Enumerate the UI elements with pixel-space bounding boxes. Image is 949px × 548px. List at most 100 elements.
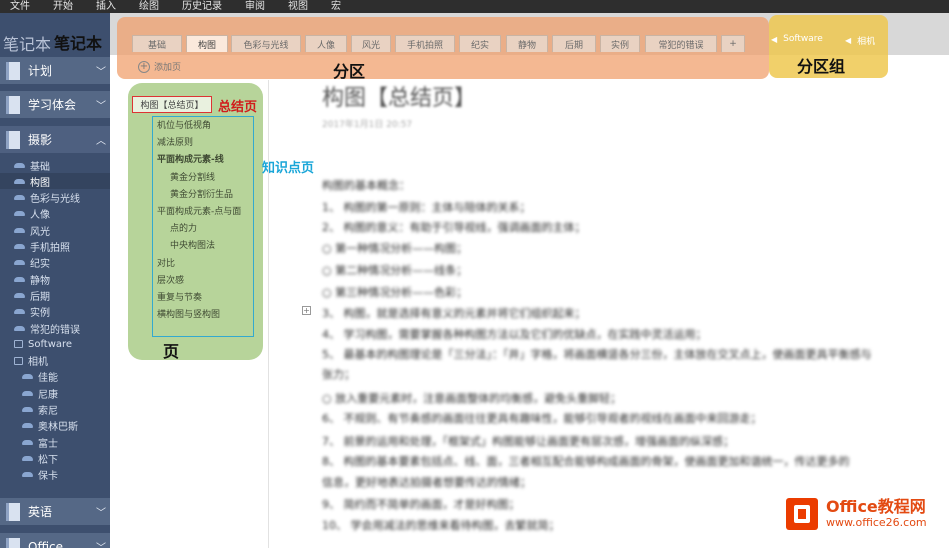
page-item[interactable]: 点的力 <box>170 221 197 234</box>
note-text-line[interactable]: 信息，更好地表达拍摄者想要传达的情绪； <box>322 474 531 490</box>
sidebar-section-item[interactable]: 手机拍照 <box>0 239 110 255</box>
sidebar-subsection-item[interactable]: 尼康 <box>0 385 110 401</box>
menu-item-7[interactable]: 宏 <box>331 0 341 13</box>
section-group-icon <box>14 356 23 365</box>
page-item[interactable]: 中央构图法 <box>170 238 215 251</box>
note-text-line[interactable]: 5、 最基本的构图理论是「三分法」：「井」字格，将画面横竖各分三份，主体放在交叉… <box>322 346 872 362</box>
sidebar-section-label: 风光 <box>30 226 50 238</box>
menu-item-3[interactable]: 绘图 <box>139 0 159 13</box>
logo-url: www.office26.com <box>826 516 927 529</box>
sidebar-section-item[interactable]: 构图 <box>0 173 110 190</box>
notebook-item-bottom-0[interactable]: 英语 ﹀ <box>0 498 110 525</box>
note-text-line[interactable]: 4、 学习构图，需要掌握各种构图方法以及它们的优缺点，在实践中灵活运用； <box>322 326 707 342</box>
sidebar-section-label: 色彩与光线 <box>30 194 80 206</box>
menu-item-4[interactable]: 历史记录 <box>182 0 222 13</box>
section-tab[interactable]: 实例 <box>600 35 640 52</box>
notebook-item-0[interactable]: 计划 ﹀ <box>0 57 110 84</box>
menu-item-6[interactable]: 视图 <box>288 0 308 13</box>
page-item[interactable]: 减法原则 <box>157 135 193 148</box>
chevron-down-icon[interactable]: ﹀ <box>96 63 110 78</box>
section-tab[interactable]: 常犯的错误 <box>645 35 717 52</box>
sidebar-section-label: 实例 <box>30 308 50 320</box>
page-item[interactable]: 横构图与竖构图 <box>157 307 220 320</box>
sidebar-subsection-item[interactable]: 松下 <box>0 450 110 466</box>
notebook-item-2[interactable]: 摄影 ︿ <box>0 126 110 153</box>
sidebar-section-item[interactable]: 纪实 <box>0 255 110 271</box>
sidebar-section-label: 手机拍照 <box>30 243 70 254</box>
page-item[interactable]: 黄金分割衍生品 <box>170 187 233 200</box>
section-tab[interactable]: 纪实 <box>459 35 501 52</box>
section-tab[interactable]: 风光 <box>351 35 391 52</box>
chevron-down-icon[interactable]: ﹀ <box>96 539 110 548</box>
note-text-line[interactable]: 3、 构图，就是选择有意义的元素并将它们组织起来； <box>322 305 586 321</box>
page-item[interactable]: 平面构成元素-线 <box>157 152 224 165</box>
notebook-label: 学习体会 <box>28 98 77 112</box>
note-text-line[interactable]: 8、 构图的基本要素包括点、线、面，三者相互配合能够构成画面的骨架，使画面更加和… <box>322 453 850 469</box>
note-text-line[interactable]: 张力； <box>322 366 355 382</box>
annotation-section: 分区 <box>333 62 366 81</box>
section-icon <box>14 195 25 201</box>
note-text-line[interactable]: 1、 构图的第一原则：主体与陪体的关系； <box>322 199 531 215</box>
page-item[interactable]: 对比 <box>157 256 175 269</box>
section-icon <box>22 472 33 478</box>
section-icon <box>22 374 33 380</box>
note-text-line[interactable]: 2、 构图的意义：有助于引导视线，强调画面的主体； <box>322 219 586 235</box>
note-text-line[interactable]: ○ 第三种情况分析——色彩； <box>322 284 467 300</box>
chevron-down-icon[interactable]: ﹀ <box>96 504 110 519</box>
notebook-item-1[interactable]: 学习体会 ﹀ <box>0 91 110 118</box>
expand-icon[interactable]: + <box>302 306 311 315</box>
sidebar-section-group[interactable]: Software <box>0 336 110 352</box>
sidebar-section-item[interactable]: 色彩与光线 <box>0 190 110 206</box>
note-text-line[interactable]: 10、 学会用减法的思维来看待构图，去繁就简； <box>322 517 560 533</box>
sidebar-subsection-item[interactable]: 索尼 <box>0 402 110 418</box>
note-text-line[interactable]: 7、 前景的运用和处理，「框架式」构图能够让画面更有层次感，增强画面的纵深感； <box>322 433 734 449</box>
sidebar-section-item[interactable]: 基础 <box>0 157 110 173</box>
add-section-tab-button[interactable]: + <box>721 35 745 52</box>
sidebar-section-item[interactable]: 人像 <box>0 206 110 222</box>
section-tab[interactable]: 人像 <box>305 35 347 52</box>
note-text-line[interactable]: ○ 放入重要元素时，注意画面整体的均衡感，避免头重脚轻； <box>322 390 621 406</box>
note-text-line[interactable]: ○ 第一种情况分析——构图； <box>322 240 467 256</box>
sidebar-section-item[interactable]: 实例 <box>0 304 110 320</box>
menu-item-5[interactable]: 审阅 <box>245 0 265 13</box>
sidebar-subsection-item[interactable]: 奥林巴斯 <box>0 418 110 434</box>
section-tab[interactable]: 手机拍照 <box>395 35 455 52</box>
section-tab[interactable]: 色彩与光线 <box>231 35 301 52</box>
sidebar-section-group[interactable]: 相机 <box>0 353 110 369</box>
page-item[interactable]: 重复与节奏 <box>157 290 202 303</box>
page-item[interactable]: 层次感 <box>157 273 184 286</box>
sidebar-subsection-item[interactable]: 佳能 <box>0 369 110 385</box>
section-group-tab-software[interactable]: ◀ Software <box>771 34 823 44</box>
note-text-line[interactable]: ○ 第二种情况分析——线条； <box>322 262 467 278</box>
annotation-knowledge-point: 知识点页 <box>262 161 315 176</box>
chevron-up-icon[interactable]: ︿ <box>96 132 110 147</box>
menu-item-1[interactable]: 开始 <box>53 0 73 13</box>
page-item[interactable]: 机位与低视角 <box>157 118 211 131</box>
sidebar-subsection-item[interactable]: 保卡 <box>0 467 110 483</box>
note-text-line[interactable]: 构图的基本概念： <box>322 177 410 193</box>
section-tab[interactable]: 构图 <box>186 35 228 52</box>
menu-item-0[interactable]: 文件 <box>10 0 30 13</box>
section-tab[interactable]: 后期 <box>552 35 596 52</box>
annotation-notebook: 笔记本 <box>54 34 103 53</box>
chevron-down-icon[interactable]: ﹀ <box>96 97 110 112</box>
sidebar-subsection-item[interactable]: 富士 <box>0 434 110 450</box>
sidebar-section-item[interactable]: 风光 <box>0 222 110 238</box>
annotation-summary-page: 总结页 <box>218 100 258 115</box>
notebook-item-bottom-1[interactable]: Office ﹀ <box>0 533 110 548</box>
menu-item-2[interactable]: 插入 <box>96 0 116 13</box>
page-item[interactable]: 黄金分割线 <box>170 170 215 183</box>
section-tab[interactable]: 基础 <box>132 35 182 52</box>
page-item[interactable]: 平面构成元素-点与面 <box>157 204 241 217</box>
sidebar-section-item[interactable]: 静物 <box>0 271 110 287</box>
sidebar-section-item[interactable]: 常犯的错误 <box>0 320 110 336</box>
note-text-line[interactable]: 6、 不规则、有节奏感的画面往往更具有趣味性，能够引导观者的视线在画面中来回游走… <box>322 410 762 426</box>
section-group-tab-camera[interactable]: ◀ 相机 <box>845 34 875 47</box>
note-text-line[interactable]: 9、 简约而不简单的画面，才是好构图； <box>322 496 520 512</box>
note-title[interactable]: 构图【总结页】 <box>322 80 476 112</box>
annotation-page: 页 <box>163 342 180 361</box>
sidebar-section-item[interactable]: 后期 <box>0 287 110 303</box>
add-page-button[interactable]: + 添加页 <box>138 60 181 73</box>
section-tab[interactable]: 静物 <box>506 35 548 52</box>
page-item-summary[interactable]: 构图【总结页】 <box>132 96 212 113</box>
